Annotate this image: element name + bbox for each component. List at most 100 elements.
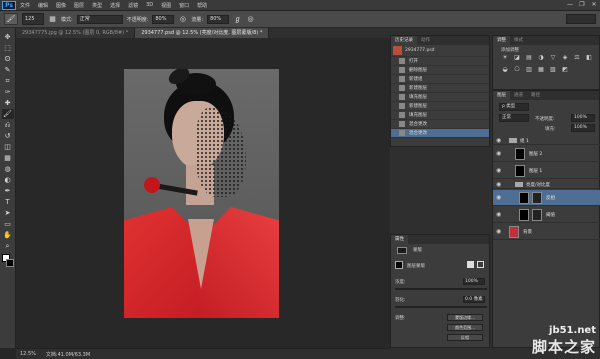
adjustment-icon[interactable]: ◪ bbox=[513, 54, 521, 61]
zoom-level[interactable]: 12.5% bbox=[20, 351, 36, 357]
pressure-opacity-icon[interactable]: ◎ bbox=[178, 15, 187, 24]
pixel-mask-icon[interactable] bbox=[467, 261, 474, 268]
menu-edit[interactable]: 编辑 bbox=[38, 2, 48, 9]
hand-icon[interactable]: ✋ bbox=[2, 230, 14, 240]
healing-icon[interactable]: ✚ bbox=[2, 98, 14, 108]
clone-stamp-icon[interactable]: ⎌ bbox=[2, 120, 14, 130]
path-select-icon[interactable]: ➤ bbox=[2, 208, 14, 218]
close-button[interactable]: ✕ bbox=[590, 1, 598, 9]
brush-size-picker[interactable]: 125 bbox=[22, 13, 44, 25]
marquee-icon[interactable]: ⬚ bbox=[2, 43, 14, 53]
lasso-icon[interactable]: ʘ bbox=[2, 54, 14, 64]
adjustment-icon[interactable]: ◑ bbox=[537, 54, 545, 61]
visibility-eye-icon[interactable]: ◉ bbox=[496, 167, 501, 174]
layer-row[interactable]: ◉ 图层 1 bbox=[493, 163, 600, 179]
tab-adjustments[interactable]: 调整 bbox=[493, 36, 510, 45]
menu-type[interactable]: 类型 bbox=[92, 2, 102, 9]
history-item[interactable]: 新建组 bbox=[391, 75, 489, 84]
menu-3d[interactable]: 3D bbox=[146, 2, 153, 8]
menu-select[interactable]: 选择 bbox=[110, 2, 120, 9]
layer-group-row[interactable]: ◉ 亮度/对比度 bbox=[493, 180, 600, 189]
adjustment-icon[interactable]: ◒ bbox=[501, 66, 509, 73]
visibility-eye-icon[interactable]: ◉ bbox=[496, 211, 501, 218]
density-slider[interactable] bbox=[395, 288, 487, 290]
history-snapshot[interactable]: 2934777.psd bbox=[391, 45, 489, 57]
adjustment-icon[interactable]: ▥ bbox=[525, 66, 533, 73]
visibility-eye-icon[interactable]: ◉ bbox=[496, 181, 501, 188]
adjustment-icon[interactable]: ⚖ bbox=[573, 54, 581, 61]
minimize-button[interactable]: — bbox=[566, 1, 574, 9]
canvas-image[interactable] bbox=[124, 69, 279, 318]
blur-icon[interactable]: ◍ bbox=[2, 164, 14, 174]
adjustment-icon[interactable]: ▧ bbox=[549, 66, 557, 73]
menu-file[interactable]: 文件 bbox=[20, 2, 30, 9]
visibility-eye-icon[interactable]: ◉ bbox=[496, 228, 501, 235]
history-brush-icon[interactable]: ↺ bbox=[2, 131, 14, 141]
history-item[interactable]: 删除图层 bbox=[391, 66, 489, 75]
mask-edge-button[interactable]: 蒙版边缘... bbox=[447, 314, 483, 321]
tab-styles[interactable]: 样式 bbox=[510, 36, 527, 45]
pressure-size-icon[interactable]: ◎ bbox=[246, 15, 255, 24]
history-item[interactable]: 混合更改 bbox=[391, 120, 489, 129]
zoom-icon[interactable]: ⌕ bbox=[2, 241, 14, 251]
visibility-eye-icon[interactable]: ◉ bbox=[496, 137, 501, 144]
flow-input[interactable]: 80% bbox=[207, 14, 230, 24]
tab-channels[interactable]: 通道 bbox=[510, 91, 527, 100]
invert-button[interactable]: 反相 bbox=[447, 334, 483, 341]
adjustment-icon[interactable]: ◧ bbox=[585, 54, 593, 61]
color-range-button[interactable]: 颜色范围... bbox=[447, 324, 483, 331]
history-item[interactable]: 填充图层 bbox=[391, 111, 489, 120]
tab-paths[interactable]: 路径 bbox=[527, 91, 544, 100]
mode-select[interactable]: 正常 bbox=[76, 14, 123, 24]
visibility-eye-icon[interactable]: ◉ bbox=[496, 150, 501, 157]
feather-slider[interactable] bbox=[395, 306, 487, 308]
layer-row[interactable]: ◉ 图层 2 bbox=[493, 146, 600, 162]
adjustment-icon[interactable]: ☀ bbox=[501, 54, 509, 61]
tab-properties[interactable]: 属性 bbox=[391, 235, 408, 244]
type-icon[interactable]: T bbox=[2, 197, 14, 207]
adjustment-icon[interactable]: ◈ bbox=[561, 54, 569, 61]
layer-opacity-input[interactable]: 100% bbox=[571, 114, 595, 122]
adjustment-icon[interactable]: ▽ bbox=[549, 54, 557, 61]
dodge-icon[interactable]: ◐ bbox=[2, 175, 14, 185]
crop-icon[interactable]: ⌗ bbox=[2, 76, 14, 86]
layer-fill-input[interactable]: 100% bbox=[571, 124, 595, 132]
history-item[interactable]: 打开 bbox=[391, 57, 489, 66]
adjustment-icon[interactable]: ◩ bbox=[561, 66, 569, 73]
layer-row[interactable]: ◉ 反相 bbox=[493, 190, 600, 206]
history-item[interactable]: 新建图层 bbox=[391, 102, 489, 111]
visibility-eye-icon[interactable]: ◉ bbox=[496, 194, 501, 201]
doc-tab-psd[interactable]: 2934777.psd @ 12.5% (亮度/对比度, 图层蒙版/8) * bbox=[135, 28, 270, 38]
layer-row[interactable]: ◉ 背景 bbox=[493, 224, 600, 240]
background-color[interactable] bbox=[5, 259, 14, 267]
tool-preset-picker[interactable]: 🖌 bbox=[4, 13, 18, 25]
layer-kind-filter[interactable]: ρ 类型 bbox=[499, 103, 529, 111]
adjustment-icon[interactable]: ▤ bbox=[525, 54, 533, 61]
adjustment-icon[interactable]: ⎔ bbox=[513, 66, 521, 73]
quick-select-icon[interactable]: ✎ bbox=[2, 65, 14, 75]
menu-help[interactable]: 帮助 bbox=[197, 2, 207, 9]
move-icon[interactable]: ✥ bbox=[2, 32, 14, 42]
menu-view[interactable]: 视图 bbox=[161, 2, 171, 9]
adjustment-icon[interactable]: ▦ bbox=[537, 66, 545, 73]
blend-mode-select[interactable]: 正常 bbox=[499, 114, 529, 122]
restore-button[interactable]: ❐ bbox=[578, 1, 586, 9]
eraser-icon[interactable]: ◫ bbox=[2, 142, 14, 152]
brush-panel-icon[interactable]: ▦ bbox=[48, 15, 57, 24]
menu-image[interactable]: 图像 bbox=[56, 2, 66, 9]
brush-icon[interactable]: 🖌 bbox=[1, 109, 14, 119]
layer-row[interactable]: ◉ 阈值 bbox=[493, 207, 600, 223]
vector-mask-icon[interactable] bbox=[477, 261, 484, 268]
doc-tab-jpg[interactable]: 29347775.jpg @ 12.5% (图层 0, RGB/8#) * bbox=[16, 28, 136, 38]
pen-icon[interactable]: ✒ bbox=[2, 186, 14, 196]
history-item[interactable]: 新建图层 bbox=[391, 84, 489, 93]
eyedropper-icon[interactable]: ✑ bbox=[2, 87, 14, 97]
menu-window[interactable]: 窗口 bbox=[179, 2, 189, 9]
history-item[interactable]: 填充图层 bbox=[391, 93, 489, 102]
shape-icon[interactable]: ▭ bbox=[2, 219, 14, 229]
tab-layers[interactable]: 图层 bbox=[493, 91, 510, 100]
feather-input[interactable]: 0.0 像素 bbox=[463, 296, 485, 303]
menu-layer[interactable]: 图层 bbox=[74, 2, 84, 9]
tab-history[interactable]: 历史记录 bbox=[391, 36, 417, 45]
layer-group-row[interactable]: ◉ 组 1 bbox=[493, 136, 600, 145]
